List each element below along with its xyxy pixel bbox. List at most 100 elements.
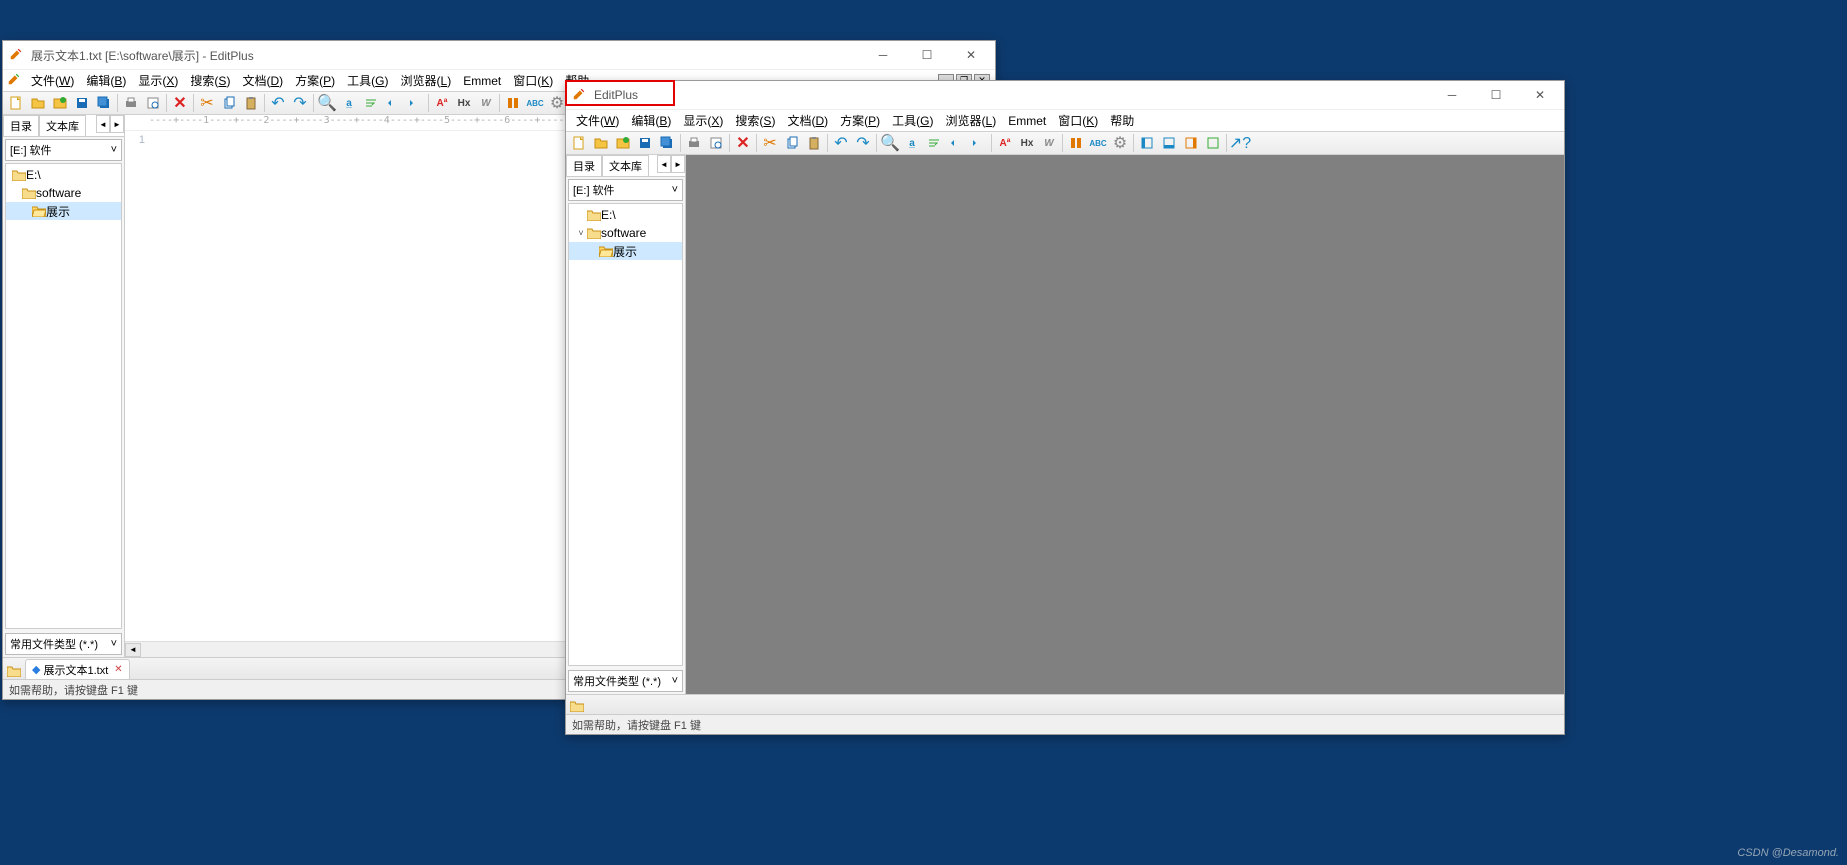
menu-file[interactable]: 文件(W): [25, 70, 80, 91]
sidebar-tab-library[interactable]: 文本库: [39, 115, 86, 136]
directory-tree[interactable]: E:\ ˅ software 展示: [568, 203, 683, 666]
tb-copy[interactable]: [782, 133, 802, 153]
menu-doc[interactable]: 文档(D): [781, 110, 834, 131]
tb-save-all[interactable]: [94, 93, 114, 113]
tb-panel2[interactable]: [1159, 133, 1179, 153]
menu-scheme[interactable]: 方案(P): [289, 70, 341, 91]
menu-browser[interactable]: 浏览器(L): [940, 110, 1003, 131]
filetype-selector[interactable]: 常用文件类型 (*.*) ˅: [5, 633, 122, 655]
tb-new[interactable]: [569, 133, 589, 153]
tb-save[interactable]: [635, 133, 655, 153]
tab-close-icon[interactable]: ✕: [114, 664, 122, 675]
menu-browser[interactable]: 浏览器(L): [395, 70, 458, 91]
close-button[interactable]: ✕: [1518, 81, 1562, 109]
tb-help-arrow[interactable]: ↗?: [1230, 133, 1250, 153]
menu-search[interactable]: 搜索(S): [729, 110, 781, 131]
tree-item-software[interactable]: ˅ software: [569, 224, 682, 242]
tb-spell[interactable]: a̲: [339, 93, 359, 113]
menu-edit[interactable]: 编辑(B): [80, 70, 132, 91]
tb-open-recent[interactable]: [613, 133, 633, 153]
tb-wrap[interactable]: [924, 133, 944, 153]
tb-preview[interactable]: [706, 133, 726, 153]
menu-file[interactable]: 文件(W): [570, 110, 625, 131]
tb-redo[interactable]: ↷: [853, 133, 873, 153]
filetype-selector[interactable]: 常用文件类型 (*.*) ˅: [568, 670, 683, 692]
sidebar-nav-prev[interactable]: ◄: [96, 115, 110, 133]
tb-print[interactable]: [684, 133, 704, 153]
tb-settings[interactable]: ⚙: [547, 93, 567, 113]
sidebar-nav-next[interactable]: ►: [110, 115, 124, 133]
tb-hex[interactable]: Hx: [454, 93, 474, 113]
menu-search[interactable]: 搜索(S): [184, 70, 236, 91]
tb-wrap[interactable]: [361, 93, 381, 113]
tree-item-display[interactable]: 展示: [569, 242, 682, 260]
tb-open[interactable]: [28, 93, 48, 113]
sidebar-tab-directory[interactable]: 目录: [566, 155, 602, 176]
tb-paste[interactable]: [241, 93, 261, 113]
tb-outdent[interactable]: [405, 93, 425, 113]
tb-word[interactable]: W: [1039, 133, 1059, 153]
minimize-button[interactable]: ─: [861, 41, 905, 69]
tb-word[interactable]: W: [476, 93, 496, 113]
menu-help[interactable]: 帮助: [1104, 110, 1140, 131]
menu-doc[interactable]: 文档(D): [236, 70, 289, 91]
tb-font[interactable]: Aª: [995, 133, 1015, 153]
minimize-button[interactable]: ─: [1430, 81, 1474, 109]
tb-delete[interactable]: ✕: [170, 93, 190, 113]
directory-tree[interactable]: E:\ software 展示: [5, 163, 122, 629]
tb-indent[interactable]: [383, 93, 403, 113]
tb-indent[interactable]: [946, 133, 966, 153]
tb-save-all[interactable]: [657, 133, 677, 153]
tb-copy[interactable]: [219, 93, 239, 113]
sidebar-tab-library[interactable]: 文本库: [602, 155, 649, 176]
drive-selector[interactable]: [E:] 软件 ˅: [5, 139, 122, 161]
tb-preview[interactable]: [143, 93, 163, 113]
expander-icon[interactable]: ˅: [575, 228, 587, 238]
menu-window[interactable]: 窗口(K): [507, 70, 559, 91]
tb-new[interactable]: [6, 93, 26, 113]
tree-item-root[interactable]: E:\: [6, 166, 121, 184]
menu-emmet[interactable]: Emmet: [457, 72, 507, 90]
tb-open-recent[interactable]: [50, 93, 70, 113]
tree-item-software[interactable]: software: [6, 184, 121, 202]
tb-encoding[interactable]: ABC: [525, 93, 545, 113]
tb-paste[interactable]: [804, 133, 824, 153]
tb-undo[interactable]: ↶: [831, 133, 851, 153]
menu-window[interactable]: 窗口(K): [1052, 110, 1104, 131]
tb-settings[interactable]: ⚙: [1110, 133, 1130, 153]
sidebar-tab-directory[interactable]: 目录: [3, 115, 39, 136]
scroll-left[interactable]: ◄: [125, 643, 141, 657]
titlebar[interactable]: 展示文本1.txt [E:\software\展示] - EditPlus ─ …: [3, 41, 995, 69]
file-tab[interactable]: ◆ 展示文本1.txt ✕: [25, 659, 130, 679]
tb-find[interactable]: 🔍: [317, 93, 337, 113]
tb-redo[interactable]: ↷: [290, 93, 310, 113]
menu-emmet[interactable]: Emmet: [1002, 112, 1052, 130]
drive-selector[interactable]: [E:] 软件 ˅: [568, 179, 683, 201]
menu-edit[interactable]: 编辑(B): [625, 110, 677, 131]
tb-cut[interactable]: ✂: [760, 133, 780, 153]
maximize-button[interactable]: ☐: [1474, 81, 1518, 109]
tb-panel3[interactable]: [1181, 133, 1201, 153]
titlebar[interactable]: EditPlus ─ ☐ ✕: [566, 81, 1564, 109]
menu-view[interactable]: 显示(X): [132, 70, 184, 91]
tb-hex[interactable]: Hx: [1017, 133, 1037, 153]
menu-tool[interactable]: 工具(G): [341, 70, 394, 91]
tb-panel1[interactable]: [1137, 133, 1157, 153]
tb-delete[interactable]: ✕: [733, 133, 753, 153]
tb-columns[interactable]: [503, 93, 523, 113]
close-button[interactable]: ✕: [949, 41, 993, 69]
tb-cut[interactable]: ✂: [197, 93, 217, 113]
menu-view[interactable]: 显示(X): [677, 110, 729, 131]
tree-item-root[interactable]: E:\: [569, 206, 682, 224]
tb-open[interactable]: [591, 133, 611, 153]
menu-tool[interactable]: 工具(G): [886, 110, 939, 131]
sidebar-nav-prev[interactable]: ◄: [657, 155, 671, 173]
tb-font[interactable]: Aª: [432, 93, 452, 113]
tb-panel4[interactable]: [1203, 133, 1223, 153]
sidebar-nav-next[interactable]: ►: [671, 155, 685, 173]
tb-save[interactable]: [72, 93, 92, 113]
menu-scheme[interactable]: 方案(P): [834, 110, 886, 131]
tb-undo[interactable]: ↶: [268, 93, 288, 113]
tb-find[interactable]: 🔍: [880, 133, 900, 153]
tb-encoding[interactable]: ABC: [1088, 133, 1108, 153]
